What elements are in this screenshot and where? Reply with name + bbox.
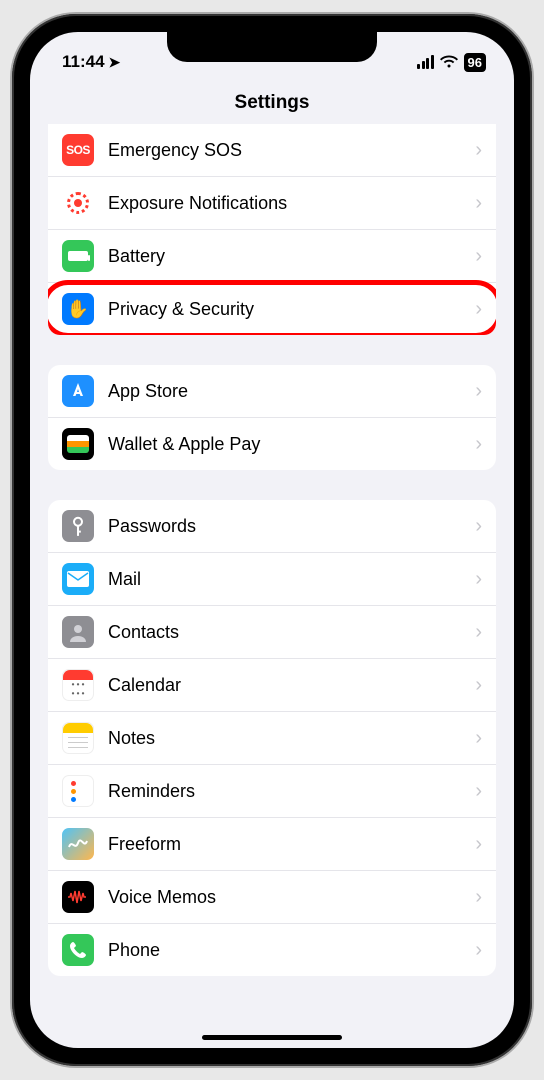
settings-group: SOS Emergency SOS › Exposure Notificatio… [48,124,496,335]
chevron-right-icon: › [475,833,482,856]
chevron-right-icon: › [475,621,482,644]
chevron-right-icon: › [475,245,482,268]
chevron-right-icon: › [475,298,482,321]
contacts-icon [62,616,94,648]
notes-icon [62,722,94,754]
chevron-right-icon: › [475,568,482,591]
phone-frame: 11:44 ➤ 96 Settings SOS Emergency SOS › [12,14,532,1066]
freeform-icon [62,828,94,860]
chevron-right-icon: › [475,674,482,697]
chevron-right-icon: › [475,380,482,403]
row-label: Notes [108,728,475,749]
home-indicator[interactable] [202,1035,342,1040]
wifi-icon [440,55,458,69]
row-label: Passwords [108,516,475,537]
row-mail[interactable]: Mail › [48,553,496,606]
row-label: Emergency SOS [108,140,475,161]
notch [167,32,377,62]
row-label: Calendar [108,675,475,696]
chevron-right-icon: › [475,139,482,162]
chevron-right-icon: › [475,727,482,750]
row-calendar[interactable]: • • •• • • Calendar › [48,659,496,712]
exposure-icon [62,187,94,219]
chevron-right-icon: › [475,780,482,803]
phone-screen: 11:44 ➤ 96 Settings SOS Emergency SOS › [30,32,514,1048]
wallet-icon [62,428,94,460]
passwords-icon [62,510,94,542]
row-label: Phone [108,940,475,961]
row-privacy-security[interactable]: ✋ Privacy & Security › [48,283,496,335]
row-exposure-notifications[interactable]: Exposure Notifications › [48,177,496,230]
chevron-right-icon: › [475,886,482,909]
row-emergency-sos[interactable]: SOS Emergency SOS › [48,124,496,177]
voicememos-icon [62,881,94,913]
row-notes[interactable]: Notes › [48,712,496,765]
row-reminders[interactable]: Reminders › [48,765,496,818]
row-voice-memos[interactable]: Voice Memos › [48,871,496,924]
row-label: Mail [108,569,475,590]
page-title: Settings [30,84,514,124]
row-label: Reminders [108,781,475,802]
cellular-icon [417,55,434,69]
reminders-icon [62,775,94,807]
location-icon: ➤ [109,54,121,71]
row-freeform[interactable]: Freeform › [48,818,496,871]
sos-icon: SOS [62,134,94,166]
chevron-right-icon: › [475,192,482,215]
chevron-right-icon: › [475,433,482,456]
row-contacts[interactable]: Contacts › [48,606,496,659]
row-phone[interactable]: Phone › [48,924,496,976]
row-label: Freeform [108,834,475,855]
privacy-icon: ✋ [62,293,94,325]
row-label: Privacy & Security [108,299,475,320]
row-label: Contacts [108,622,475,643]
row-label: Battery [108,246,475,267]
chevron-right-icon: › [475,515,482,538]
settings-group: Passwords › Mail › Contacts › [48,500,496,976]
appstore-icon [62,375,94,407]
row-wallet-apple-pay[interactable]: Wallet & Apple Pay › [48,418,496,470]
mail-icon [62,563,94,595]
battery-icon: 96 [464,53,486,72]
row-battery[interactable]: Battery › [48,230,496,283]
status-time: 11:44 [62,52,105,72]
row-label: Wallet & Apple Pay [108,434,475,455]
row-label: Exposure Notifications [108,193,475,214]
phone-icon [62,934,94,966]
calendar-icon: • • •• • • [62,669,94,701]
row-passwords[interactable]: Passwords › [48,500,496,553]
settings-group: App Store › Wallet & Apple Pay › [48,365,496,470]
chevron-right-icon: › [475,939,482,962]
battery-icon [62,240,94,272]
row-label: App Store [108,381,475,402]
row-label: Voice Memos [108,887,475,908]
row-app-store[interactable]: App Store › [48,365,496,418]
settings-list[interactable]: SOS Emergency SOS › Exposure Notificatio… [30,124,514,1048]
